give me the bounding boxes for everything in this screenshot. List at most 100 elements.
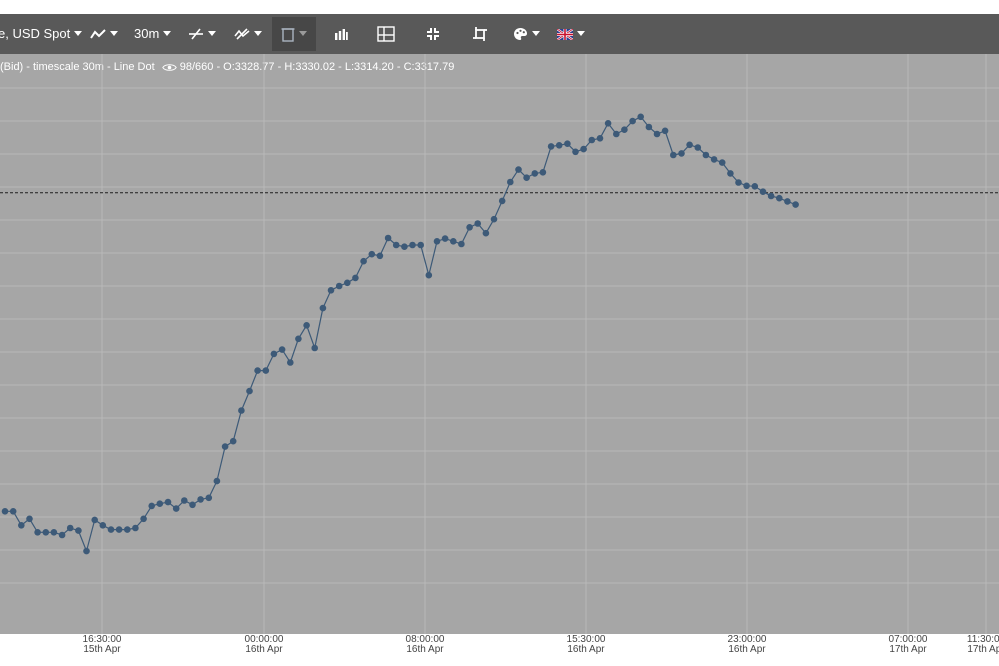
data-point — [490, 215, 498, 223]
data-point — [776, 194, 783, 202]
chevron-down-icon — [531, 30, 540, 36]
layout-button[interactable] — [370, 14, 402, 54]
x-tick-date: 16th Apr — [406, 644, 444, 655]
data-point — [515, 166, 522, 173]
data-point — [140, 515, 147, 523]
line-style-icon — [90, 29, 106, 39]
price-series-points — [1, 113, 799, 555]
data-point — [262, 367, 270, 374]
data-point — [433, 238, 441, 245]
data-point — [107, 526, 115, 533]
chevron-down-icon — [74, 31, 83, 37]
data-point — [278, 346, 286, 353]
data-point — [604, 120, 612, 127]
data-point — [474, 220, 482, 227]
data-point — [91, 516, 98, 524]
data-point — [555, 142, 563, 149]
data-point — [229, 437, 237, 445]
line-style-button[interactable] — [86, 14, 122, 54]
data-point — [450, 238, 457, 245]
data-point — [621, 126, 628, 133]
data-point — [42, 529, 50, 536]
x-tick-date: 17th Apr — [889, 644, 927, 655]
data-point — [124, 526, 131, 533]
data-point — [295, 335, 302, 343]
data-point — [596, 135, 604, 142]
data-point — [458, 240, 465, 248]
language-button[interactable] — [553, 14, 589, 54]
data-point — [710, 156, 718, 163]
data-point — [50, 529, 58, 536]
data-point — [115, 526, 123, 533]
data-point — [482, 229, 490, 237]
fullscreen-button[interactable] — [417, 14, 449, 54]
data-point — [189, 501, 196, 509]
data-point — [368, 250, 376, 258]
data-point — [531, 170, 539, 177]
data-point — [376, 252, 384, 260]
indicators-button[interactable] — [184, 14, 220, 54]
data-point — [352, 274, 359, 282]
data-point — [26, 515, 33, 523]
palette-icon — [513, 28, 527, 40]
data-point — [727, 170, 734, 177]
data-point — [718, 159, 726, 166]
data-point — [523, 174, 530, 181]
data-point — [613, 130, 620, 138]
data-point — [751, 183, 759, 190]
delete-drawings-button[interactable] — [272, 17, 316, 51]
theme-button[interactable] — [508, 14, 544, 54]
data-point — [653, 130, 661, 138]
data-point — [83, 547, 90, 555]
data-point — [319, 304, 327, 312]
bar-chart-icon — [335, 29, 348, 40]
data-point — [498, 197, 506, 205]
chevron-down-icon — [110, 30, 118, 36]
data-point — [172, 505, 180, 512]
data-point — [9, 508, 17, 515]
indicator-icon — [189, 28, 203, 40]
x-tick-label: 07:00:00 17th Apr — [889, 635, 928, 655]
trash-icon — [281, 28, 295, 42]
data-point — [580, 145, 587, 153]
x-tick-date: 16th Apr — [245, 644, 283, 655]
data-point — [164, 498, 172, 506]
x-tick-label: 23:00:00 16th Apr — [728, 635, 767, 655]
bar-chart-button[interactable] — [326, 14, 356, 54]
fullscreen-icon — [427, 28, 439, 40]
data-point — [75, 527, 82, 534]
data-point — [360, 257, 367, 265]
data-point — [466, 224, 473, 231]
data-point — [156, 500, 164, 508]
data-point — [702, 151, 710, 159]
data-point — [759, 188, 767, 195]
crop-button[interactable] — [464, 14, 496, 54]
data-point — [507, 178, 514, 186]
price-series-line — [5, 116, 796, 554]
data-point — [564, 140, 571, 147]
x-tick-date: 15th Apr — [83, 644, 121, 655]
data-point — [181, 497, 188, 504]
data-point — [670, 151, 677, 159]
toolbar: e, USD Spot 30m — [0, 14, 999, 54]
data-point — [1, 508, 9, 515]
data-point — [417, 241, 425, 249]
data-point — [767, 192, 775, 200]
layout-grid-icon — [377, 26, 395, 42]
price-plot[interactable] — [0, 54, 999, 634]
data-point — [18, 522, 25, 529]
instrument-selector[interactable]: e, USD Spot — [0, 14, 83, 54]
data-point — [547, 143, 555, 150]
x-tick-date: 16th Apr — [728, 644, 766, 655]
compare-button[interactable] — [230, 14, 266, 54]
chevron-down-icon — [577, 30, 585, 36]
data-point — [588, 136, 596, 144]
uk-flag-icon — [557, 28, 573, 40]
crop-icon — [473, 27, 487, 41]
data-point — [58, 531, 66, 539]
data-point — [344, 279, 351, 287]
x-tick-label: 11:30:0017th Apr — [967, 635, 999, 655]
timeframe-selector[interactable]: 30m — [134, 14, 172, 54]
data-point — [311, 344, 319, 352]
data-point — [792, 201, 799, 208]
